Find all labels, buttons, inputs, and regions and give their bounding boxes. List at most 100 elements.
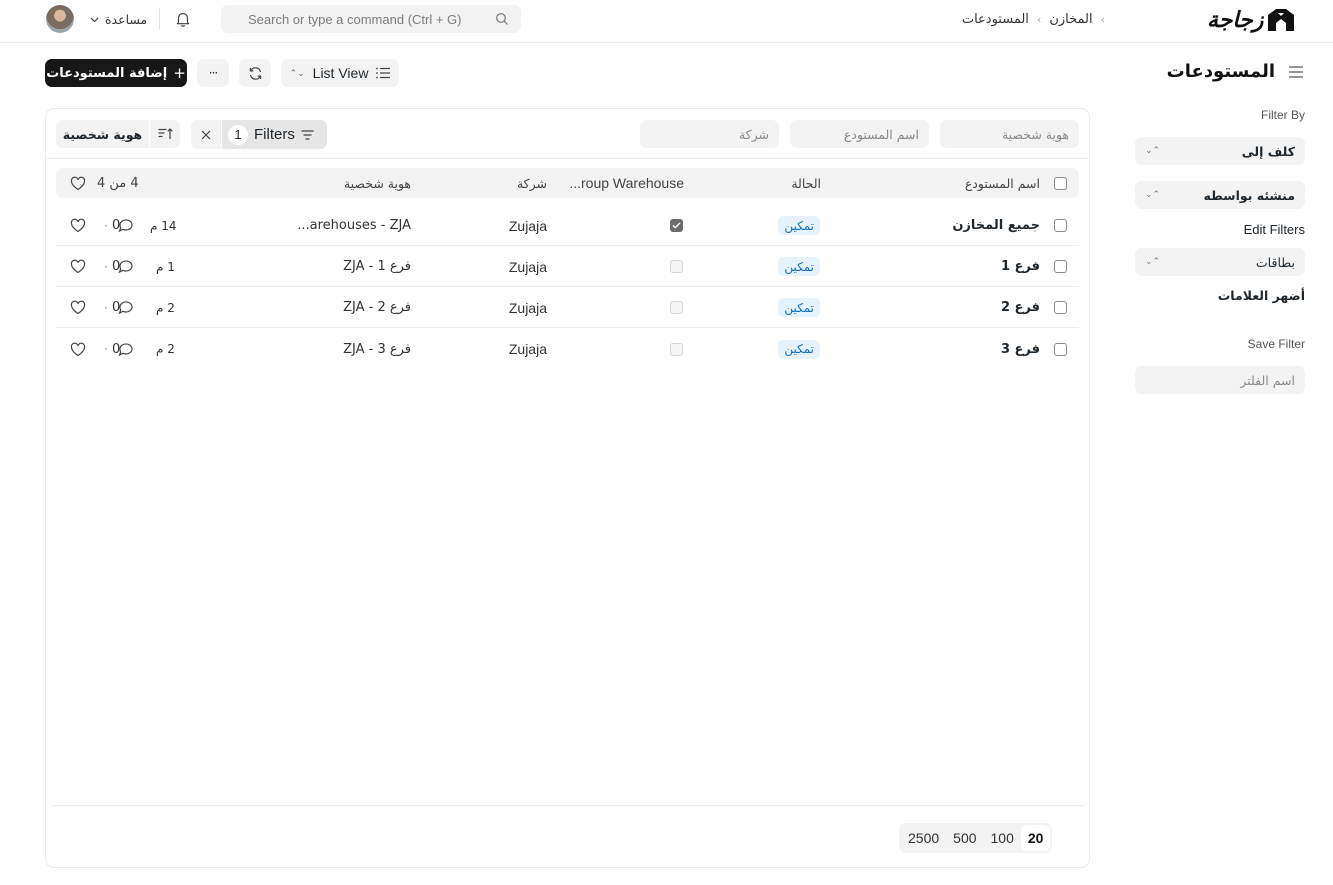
heart-icon[interactable] [70, 342, 86, 357]
sort-field-button[interactable]: هوية شخصية [56, 120, 149, 148]
page-length-selector: 2500 500 100 20 [899, 823, 1053, 853]
comment-count-cell[interactable]: 0 [112, 247, 133, 286]
warehouse-name[interactable]: فرع 3 [1001, 329, 1040, 369]
filter-name-field[interactable] [1135, 366, 1305, 394]
comment-count: 0 [112, 218, 121, 233]
comment-count-cell[interactable]: 0 [112, 206, 133, 245]
company-value: Zujaja [508, 299, 547, 316]
warehouse-name[interactable]: جميع المخازن [952, 206, 1040, 245]
show-tags-link[interactable]: أضهر العلامات [1135, 288, 1305, 303]
id-filter-field[interactable] [940, 120, 1079, 148]
table-header: اسم المستودع الحالة ...roup Warehouse شر… [56, 168, 1079, 198]
like-cell [70, 329, 86, 369]
page-title: المستودعات [1166, 61, 1275, 82]
page-length-500[interactable]: 500 [946, 825, 983, 851]
filters-button[interactable]: 1 Filters [191, 120, 327, 149]
assigned-to-select[interactable]: كلف إلى ⌃⌄ [1135, 137, 1305, 165]
more-actions-button[interactable]: ··· [197, 59, 229, 87]
breadcrumb-item-warehouses[interactable]: المستودعات [962, 12, 1029, 27]
filter-name-input[interactable] [1145, 372, 1295, 388]
select-updown-icon: ⌃⌄ [1145, 257, 1161, 267]
heart-icon[interactable] [70, 300, 86, 315]
notification-bell-icon[interactable] [174, 10, 192, 28]
status-cell: تمكين [778, 329, 820, 369]
logo-text: زجاجة [1207, 7, 1264, 33]
header-status[interactable]: الحالة [791, 168, 821, 198]
comment-count-cell[interactable]: 0 [112, 329, 133, 369]
user-avatar[interactable] [46, 5, 74, 33]
like-cell [70, 288, 86, 327]
header-company[interactable]: شركة [517, 168, 547, 198]
heart-icon[interactable] [70, 176, 86, 191]
row-checkbox[interactable] [1054, 219, 1067, 232]
list-view-switcher[interactable]: ⌃⌄ List View [281, 59, 399, 87]
filter-count-badge: 1 [228, 124, 248, 145]
awesomebar-search[interactable] [221, 5, 521, 33]
edit-filters-link[interactable]: Edit Filters [1135, 222, 1305, 237]
page-length-2500[interactable]: 2500 [901, 825, 946, 851]
header-is-group[interactable]: ...roup Warehouse [569, 168, 684, 198]
app-logo[interactable]: زجاجة [1207, 4, 1303, 36]
row-checkbox-cell [1054, 206, 1067, 245]
row-checkbox[interactable] [1054, 301, 1067, 314]
table-row[interactable]: فرع 3 تمكين Zujaja فرع 3 - ZJA 2 م 0 · [56, 329, 1079, 369]
row-checkbox-cell [1054, 247, 1067, 286]
sidebar-toggle-icon[interactable] [1289, 66, 1303, 78]
created-by-select[interactable]: منشئه بواسطه ⌃⌄ [1135, 181, 1305, 209]
table-row[interactable]: فرع 2 تمكين Zujaja فرع 2 - ZJA 2 م 0 · [56, 288, 1079, 328]
table-row[interactable]: فرع 1 تمكين Zujaja فرع 1 - ZJA 1 م 0 · [56, 247, 1079, 287]
list-icon [376, 67, 391, 79]
row-checkbox[interactable] [1054, 342, 1067, 356]
is-group-checkbox-checked [670, 219, 683, 232]
search-input[interactable] [221, 11, 521, 27]
header-id[interactable]: هوية شخصية [344, 168, 411, 198]
navbar: مساعدة › المخازن › المستودعات زجاجة [0, 0, 1333, 43]
company-filter-input[interactable] [650, 126, 769, 142]
add-warehouse-button[interactable]: + إضافة المستودعات [45, 59, 187, 87]
table-row[interactable]: جميع المخازن تمكين Zujaja ...arehouses -… [56, 206, 1079, 246]
is-group-checkbox [670, 342, 683, 356]
select-all-checkbox[interactable] [1054, 176, 1067, 190]
search-icon [496, 13, 508, 25]
row-checkbox[interactable] [1054, 260, 1067, 273]
comment-count: 0 [112, 341, 121, 357]
help-dropdown[interactable]: مساعدة [90, 12, 147, 27]
is-group-checkbox [670, 260, 683, 273]
filter-icon [301, 129, 314, 140]
breadcrumb-item-stock[interactable]: المخازن [1049, 12, 1092, 27]
header-warehouse-name[interactable]: اسم المستودع [965, 168, 1040, 198]
company-filter-field[interactable] [640, 120, 779, 148]
heart-icon[interactable] [70, 218, 86, 233]
comment-count-cell[interactable]: 0 [112, 288, 133, 327]
tags-select[interactable]: بطاقات ⌃⌄ [1135, 248, 1305, 276]
select-updown-icon: ⌃⌄ [1145, 146, 1161, 156]
warehouse-name-filter-field[interactable] [790, 120, 929, 148]
status-badge: تمكين [778, 298, 820, 317]
status-badge: تمكين [778, 339, 820, 359]
id-filter-input[interactable] [950, 126, 1069, 142]
row-checkbox-cell [1054, 329, 1067, 369]
id-value: فرع 2 - ZJA [343, 300, 411, 315]
warehouse-name[interactable]: فرع 2 [1001, 288, 1040, 327]
sort-order-button[interactable] [149, 120, 180, 148]
company-value: Zujaja [508, 217, 547, 234]
list-view-label: List View [312, 65, 369, 81]
clear-filters-button[interactable] [191, 120, 222, 149]
is-group-cell [670, 329, 683, 369]
refresh-button[interactable] [239, 59, 271, 87]
chevron-down-icon [90, 17, 99, 22]
filter-by-label: Filter By [1260, 108, 1305, 122]
page-length-100[interactable]: 100 [984, 825, 1021, 851]
dot-separator: · [104, 259, 108, 274]
filters-label: Filters [254, 126, 295, 143]
warehouse-name[interactable]: فرع 1 [1001, 247, 1040, 286]
status-cell: تمكين [778, 288, 820, 327]
page-length-20[interactable]: 20 [1020, 825, 1051, 851]
status-cell: تمكين [778, 247, 820, 286]
heart-icon[interactable] [70, 259, 86, 274]
id-value: فرع 1 - ZJA [343, 259, 411, 274]
filters-toggle[interactable]: 1 Filters [222, 120, 327, 149]
warehouse-name-filter-input[interactable] [800, 126, 919, 142]
select-all-cell [1054, 168, 1067, 198]
status-cell: تمكين [778, 206, 820, 245]
